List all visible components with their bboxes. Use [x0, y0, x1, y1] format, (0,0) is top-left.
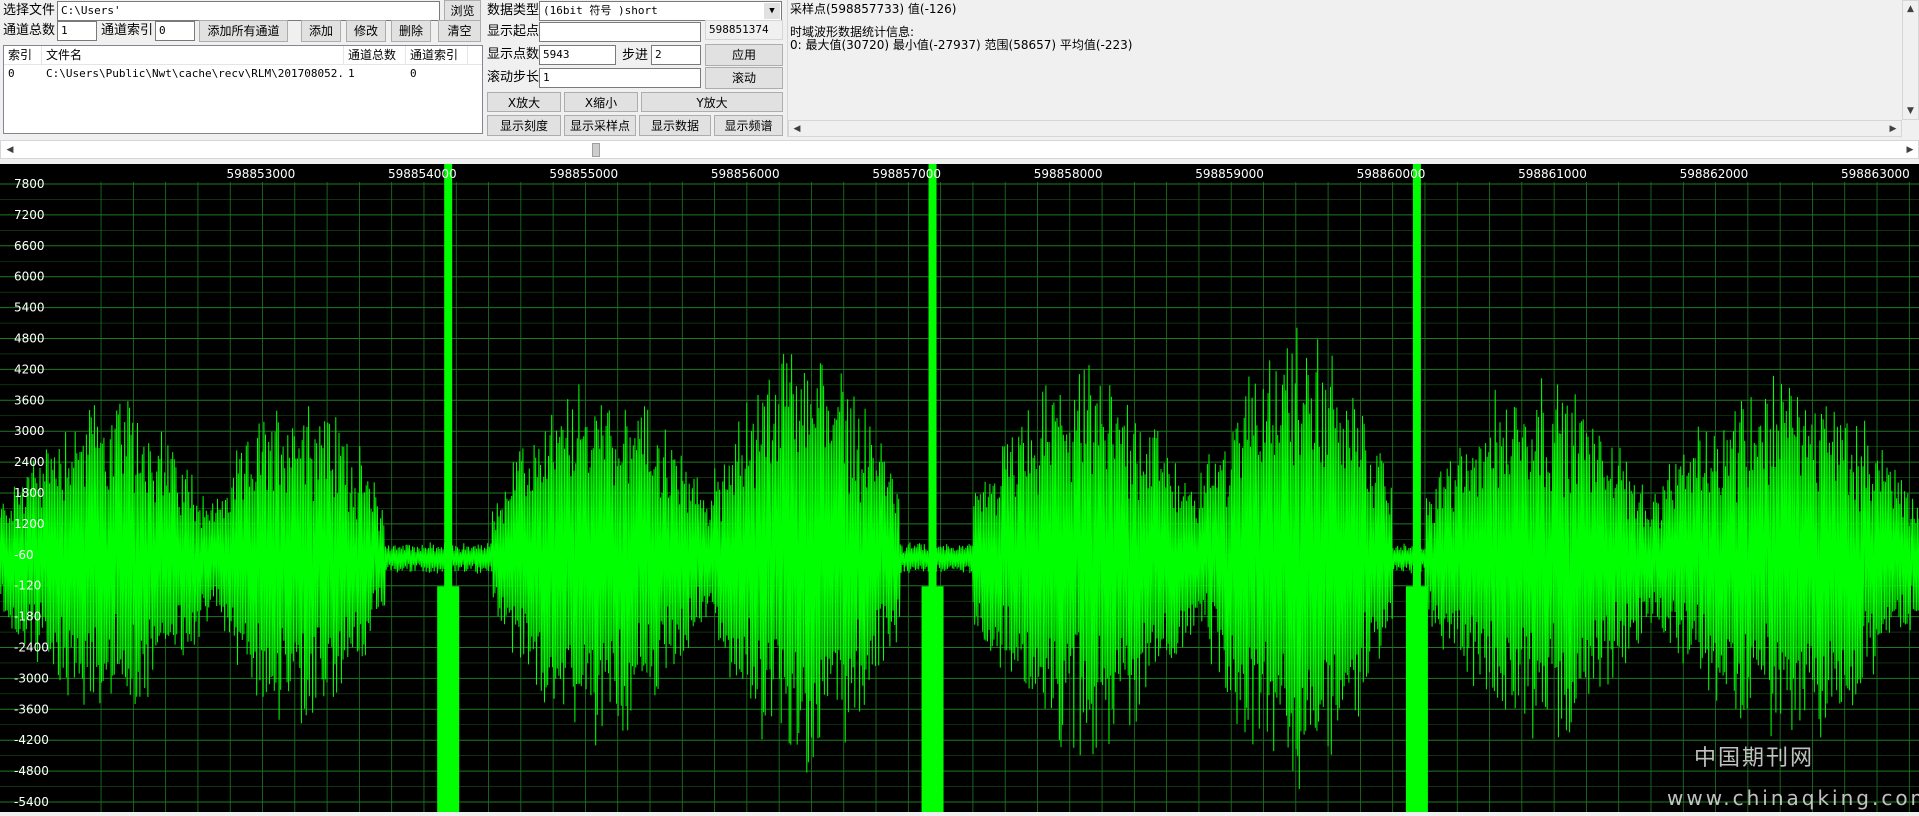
x-tick-label: 598857000: [872, 167, 941, 181]
y-tick-label: 7800: [14, 177, 45, 191]
y-tick-label: 6600: [14, 239, 45, 253]
display-points-input[interactable]: 5943: [539, 45, 616, 65]
stats-title: 时域波形数据统计信息:: [790, 25, 915, 39]
start-point-label: 显示起点: [487, 24, 540, 39]
watermark-logo: 中国期刊网: [1694, 746, 1815, 771]
y-tick-label: -5400: [14, 795, 49, 809]
scroll-down-icon[interactable]: ▼: [1903, 103, 1918, 119]
apply-button[interactable]: 应用: [705, 44, 783, 66]
data-type-select[interactable]: (16bit 符号 )short ▼: [539, 1, 782, 21]
browse-button[interactable]: 浏览: [444, 0, 481, 22]
column-filename[interactable]: 文件名: [42, 46, 344, 64]
y-tick-label: -2400: [14, 641, 49, 655]
row-channel-total: 1: [348, 67, 355, 80]
show-samples-button[interactable]: 显示采样点: [564, 115, 636, 136]
x-tick-label: 598860000: [1357, 167, 1426, 181]
step-label: 步进: [622, 48, 649, 63]
step-input[interactable]: 2: [651, 45, 701, 65]
waveform-series: [0, 327, 1919, 790]
x-tick-label: 598856000: [711, 167, 780, 181]
info-panel[interactable]: 采样点(598857733) 值(-126) 时域波形数据统计信息: 0: 最大…: [787, 0, 1919, 137]
y-tick-label: 1200: [14, 517, 45, 531]
waveform-chart[interactable]: 598853000 598854000 598855000 598856000 5988…: [0, 164, 1919, 812]
y-tick-label: -3000: [14, 671, 49, 685]
x-tick-label: 598863000: [1841, 167, 1910, 181]
waveform-spike-base: [437, 586, 460, 812]
info-horizontal-scrollbar[interactable]: ◀ ▶: [788, 120, 1902, 137]
scroll-left-icon[interactable]: ◀: [789, 121, 805, 136]
scroll-left-icon[interactable]: ◀: [3, 142, 17, 158]
scroll-step-input[interactable]: 1: [539, 68, 701, 88]
x-tick-label: 598854000: [388, 167, 457, 181]
y-tick-label: -4200: [14, 733, 49, 747]
display-points-label: 显示点数: [487, 47, 540, 62]
clear-button[interactable]: 清空: [438, 20, 481, 42]
scroll-step-label: 滚动步长: [487, 70, 540, 85]
add-button[interactable]: 添加: [301, 20, 341, 42]
y-tick-label: 7200: [14, 208, 45, 222]
scroll-thumb[interactable]: [592, 143, 601, 157]
y-tick-label: 6000: [14, 270, 45, 284]
y-tick-label: -4800: [14, 764, 49, 778]
x-tick-label: 598859000: [1195, 167, 1264, 181]
waveform-scrollbar[interactable]: ◀ ▶: [0, 140, 1919, 159]
data-type-label: 数据类型: [487, 3, 540, 18]
y-tick-label: -180: [14, 610, 41, 624]
row-index: 0: [8, 67, 15, 80]
show-spectrum-button[interactable]: 显示频谱: [714, 115, 783, 136]
start-point-input[interactable]: [539, 22, 701, 42]
y-tick-label: -120: [14, 579, 41, 593]
x-tick-label: 598862000: [1680, 167, 1749, 181]
waveform-spike-base: [1405, 586, 1428, 812]
y-tick-label: -60: [14, 548, 34, 562]
scroll-right-icon[interactable]: ▶: [1885, 121, 1901, 136]
y-tick-label: 4200: [14, 362, 45, 376]
chevron-down-icon[interactable]: ▼: [764, 3, 780, 19]
y-tick-label: 2400: [14, 455, 45, 469]
data-type-value: (16bit 符号 )short: [543, 4, 658, 17]
waveform-plot[interactable]: 598853000 598854000 598855000 598856000 5988…: [0, 164, 1919, 812]
x-tick-label: 598855000: [549, 167, 618, 181]
x-tick-label: 598853000: [227, 167, 296, 181]
waveform-spike-base: [921, 586, 944, 812]
y-tick-label: 3000: [14, 424, 45, 438]
delete-button[interactable]: 删除: [391, 20, 431, 42]
select-file-label: 选择文件: [3, 3, 56, 18]
scroll-button[interactable]: 滚动: [705, 67, 783, 89]
row-filename: C:\Users\Public\Nwt\cache\recv\RLM\20170…: [46, 67, 344, 80]
sample-readout: 采样点(598857733) 值(-126): [790, 2, 957, 16]
info-vertical-scrollbar[interactable]: ▲ ▼: [1902, 0, 1919, 120]
y-tick-label: 4800: [14, 332, 45, 346]
file-list[interactable]: 索引 文件名 通道总数 通道索引 0 C:\Users\Public\Nwt\c…: [3, 45, 483, 134]
scroll-up-icon[interactable]: ▲: [1903, 1, 1918, 17]
column-channel-index[interactable]: 通道索引: [406, 46, 468, 64]
channel-index-label: 通道索引: [101, 23, 154, 38]
channel-total-label: 通道总数: [3, 23, 56, 38]
stats-line: 0: 最大值(30720) 最小值(-27937) 范围(58657) 平均值(…: [790, 38, 1133, 52]
y-tick-label: -3600: [14, 702, 49, 716]
file-list-header: 索引 文件名 通道总数 通道索引: [4, 46, 482, 65]
channel-index-input[interactable]: 0: [155, 21, 195, 41]
table-row[interactable]: 0 C:\Users\Public\Nwt\cache\recv\RLM\201…: [4, 65, 482, 83]
column-index[interactable]: 索引: [4, 46, 42, 64]
y-tick-label: 1800: [14, 486, 45, 500]
watermark-url: www.chinaqking.com: [1667, 786, 1919, 810]
x-zoom-in-button[interactable]: X放大: [487, 92, 561, 112]
add-all-channels-button[interactable]: 添加所有通道: [199, 20, 288, 42]
row-channel-index: 0: [410, 67, 417, 80]
channel-total-input[interactable]: 1: [57, 21, 97, 41]
scroll-right-icon[interactable]: ▶: [1903, 142, 1917, 158]
x-zoom-out-button[interactable]: X缩小: [564, 92, 638, 112]
show-scale-button[interactable]: 显示刻度: [487, 115, 561, 136]
x-tick-label: 598858000: [1034, 167, 1103, 181]
file-path-input[interactable]: C:\Users': [57, 1, 440, 21]
show-data-button[interactable]: 显示数据: [639, 115, 711, 136]
column-channel-total[interactable]: 通道总数: [344, 46, 406, 64]
y-tick-label: 5400: [14, 301, 45, 315]
x-tick-label: 598861000: [1518, 167, 1587, 181]
start-point-readout: 598851374: [705, 20, 783, 40]
y-tick-label: 3600: [14, 393, 45, 407]
modify-button[interactable]: 修改: [346, 20, 386, 42]
y-zoom-in-button[interactable]: Y放大: [641, 92, 783, 112]
